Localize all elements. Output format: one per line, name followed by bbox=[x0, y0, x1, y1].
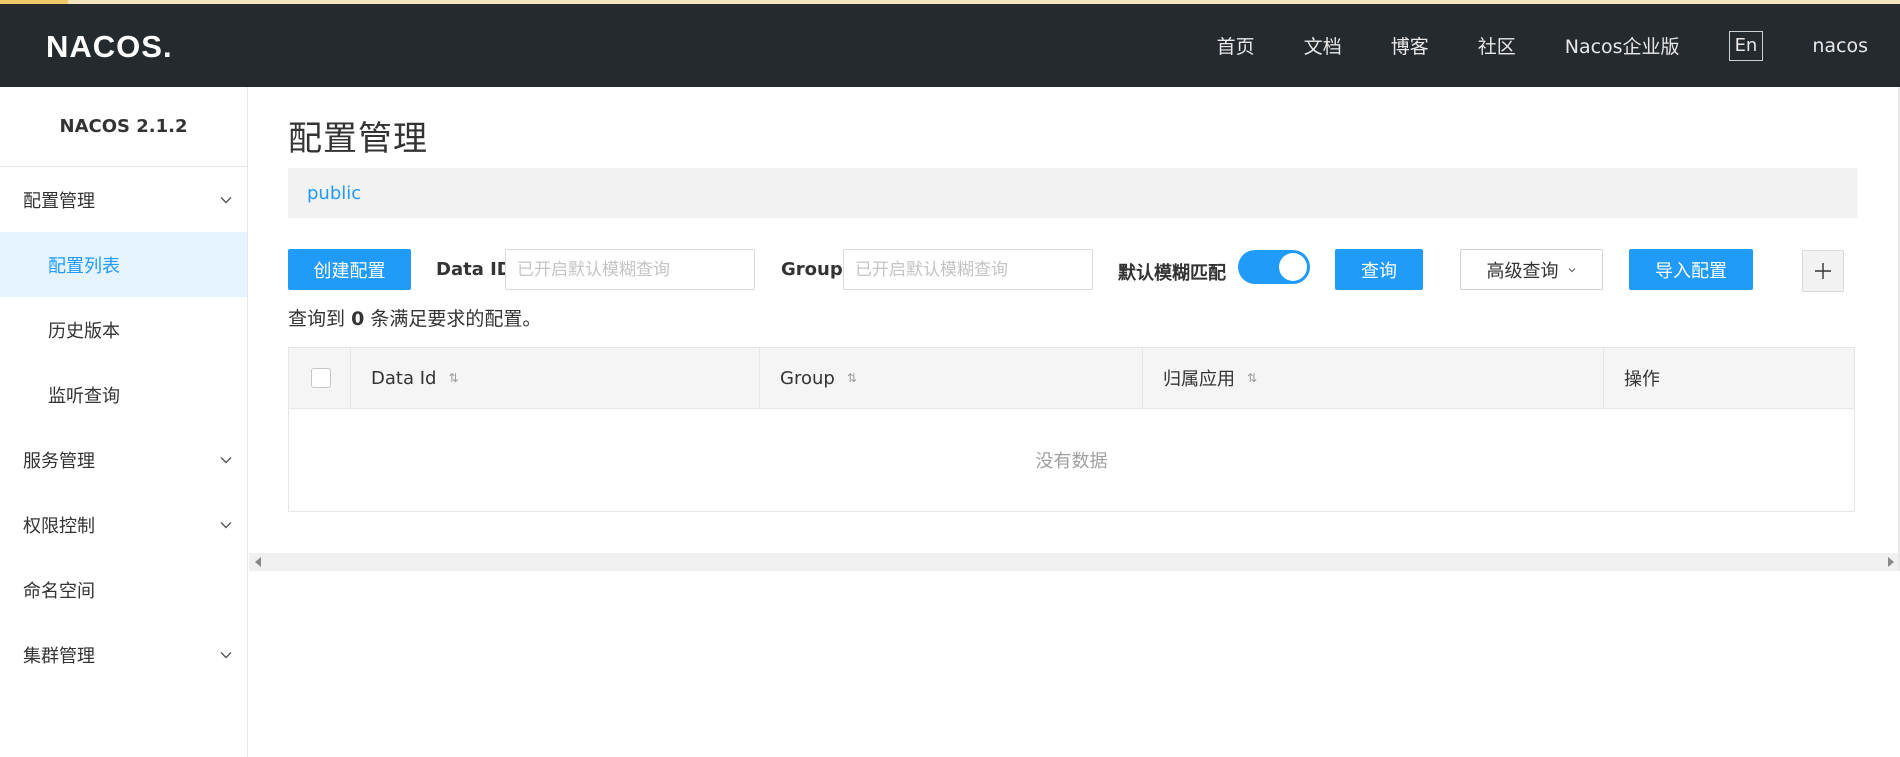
plus-icon bbox=[1815, 263, 1831, 279]
page-title: 配置管理 bbox=[288, 119, 428, 159]
sidebar-group-label: 配置管理 bbox=[23, 190, 95, 212]
select-all-checkbox[interactable] bbox=[311, 368, 331, 388]
column-label: 操作 bbox=[1624, 369, 1660, 390]
plus-button[interactable] bbox=[1802, 250, 1844, 292]
nav-docs[interactable]: 文档 bbox=[1304, 32, 1342, 59]
column-app[interactable]: 归属应用 ⇅ bbox=[1143, 348, 1604, 408]
table-header: Data Id ⇅ Group ⇅ 归属应用 ⇅ 操作 bbox=[289, 348, 1854, 409]
data-id-label: Data ID bbox=[436, 259, 512, 280]
logo-text: NACOS. bbox=[46, 29, 173, 64]
namespace-public[interactable]: public bbox=[307, 183, 361, 204]
column-label: Group bbox=[780, 367, 835, 389]
language-switch[interactable]: En bbox=[1728, 30, 1764, 61]
sidebar-group-label: 权限控制 bbox=[23, 515, 95, 537]
sidebar-title: NACOS 2.1.2 bbox=[0, 87, 247, 167]
nav-blog[interactable]: 博客 bbox=[1391, 32, 1429, 59]
group-label: Group bbox=[781, 259, 843, 280]
sidebar-group-label: 命名空间 bbox=[23, 580, 95, 602]
fuzzy-match-toggle[interactable] bbox=[1238, 250, 1310, 284]
config-table: Data Id ⇅ Group ⇅ 归属应用 ⇅ 操作 没有数据 bbox=[288, 347, 1855, 512]
sidebar-group-permission[interactable]: 权限控制 bbox=[0, 492, 247, 557]
sidebar-item-listener-query[interactable]: 监听查询 bbox=[0, 362, 247, 427]
column-actions: 操作 bbox=[1604, 348, 1854, 408]
chevron-down-icon bbox=[220, 521, 232, 528]
sidebar-group-cluster[interactable]: 集群管理 bbox=[0, 622, 247, 687]
query-button[interactable]: 查询 bbox=[1335, 249, 1423, 290]
chevron-down-icon bbox=[220, 196, 232, 203]
scroll-left-icon[interactable] bbox=[255, 557, 261, 567]
header-select-all bbox=[289, 348, 351, 408]
column-group[interactable]: Group ⇅ bbox=[760, 348, 1143, 408]
sidebar: NACOS 2.1.2 配置管理 配置列表 历史版本 监听查询 服务管理 权限控… bbox=[0, 87, 248, 757]
sidebar-group-label: 集群管理 bbox=[23, 645, 95, 667]
top-header: NACOS. 首页 文档 博客 社区 Nacos企业版 En nacos bbox=[0, 4, 1900, 87]
top-nav: 首页 文档 博客 社区 Nacos企业版 En nacos bbox=[1217, 4, 1900, 87]
table-empty: 没有数据 bbox=[1035, 451, 1108, 472]
nacos-logo[interactable]: NACOS. bbox=[46, 28, 176, 64]
column-label: Data Id bbox=[371, 367, 437, 389]
result-prefix: 查询到 bbox=[288, 308, 346, 330]
namespace-bar: public bbox=[288, 168, 1857, 218]
sidebar-item-config-list[interactable]: 配置列表 bbox=[0, 232, 247, 297]
sidebar-group-label: 服务管理 bbox=[23, 450, 95, 472]
chevron-down-icon bbox=[1568, 267, 1575, 272]
result-suffix: 条满足要求的配置。 bbox=[370, 308, 542, 330]
horizontal-scrollbar[interactable] bbox=[249, 553, 1900, 571]
sidebar-group-namespace[interactable]: 命名空间 bbox=[0, 557, 247, 622]
nav-enterprise[interactable]: Nacos企业版 bbox=[1565, 32, 1680, 59]
data-id-input[interactable] bbox=[505, 249, 755, 290]
sidebar-group-config[interactable]: 配置管理 bbox=[0, 167, 247, 232]
advanced-query-label: 高级查询 bbox=[1486, 260, 1559, 282]
chevron-down-icon bbox=[220, 456, 232, 463]
sidebar-item-history[interactable]: 历史版本 bbox=[0, 297, 247, 362]
toggle-knob bbox=[1279, 253, 1307, 281]
nav-community[interactable]: 社区 bbox=[1478, 32, 1516, 59]
nav-home[interactable]: 首页 bbox=[1217, 32, 1255, 59]
sidebar-group-service[interactable]: 服务管理 bbox=[0, 427, 247, 492]
sort-icon[interactable]: ⇅ bbox=[1247, 371, 1257, 385]
column-data-id[interactable]: Data Id ⇅ bbox=[351, 348, 760, 408]
column-label: 归属应用 bbox=[1163, 369, 1235, 390]
group-input[interactable] bbox=[843, 249, 1093, 290]
sort-icon[interactable]: ⇅ bbox=[448, 371, 458, 385]
result-count: 0 bbox=[351, 308, 365, 330]
create-config-button[interactable]: 创建配置 bbox=[288, 249, 411, 290]
import-config-button[interactable]: 导入配置 bbox=[1629, 249, 1753, 290]
scroll-right-icon[interactable] bbox=[1888, 557, 1894, 567]
fuzzy-match-label: 默认模糊匹配 bbox=[1118, 263, 1226, 284]
user-menu[interactable]: nacos bbox=[1812, 35, 1868, 57]
chevron-down-icon bbox=[220, 651, 232, 658]
advanced-query-button[interactable]: 高级查询 bbox=[1460, 249, 1603, 290]
result-summary: 查询到 0 条满足要求的配置。 bbox=[288, 304, 541, 331]
sort-icon[interactable]: ⇅ bbox=[847, 371, 857, 385]
